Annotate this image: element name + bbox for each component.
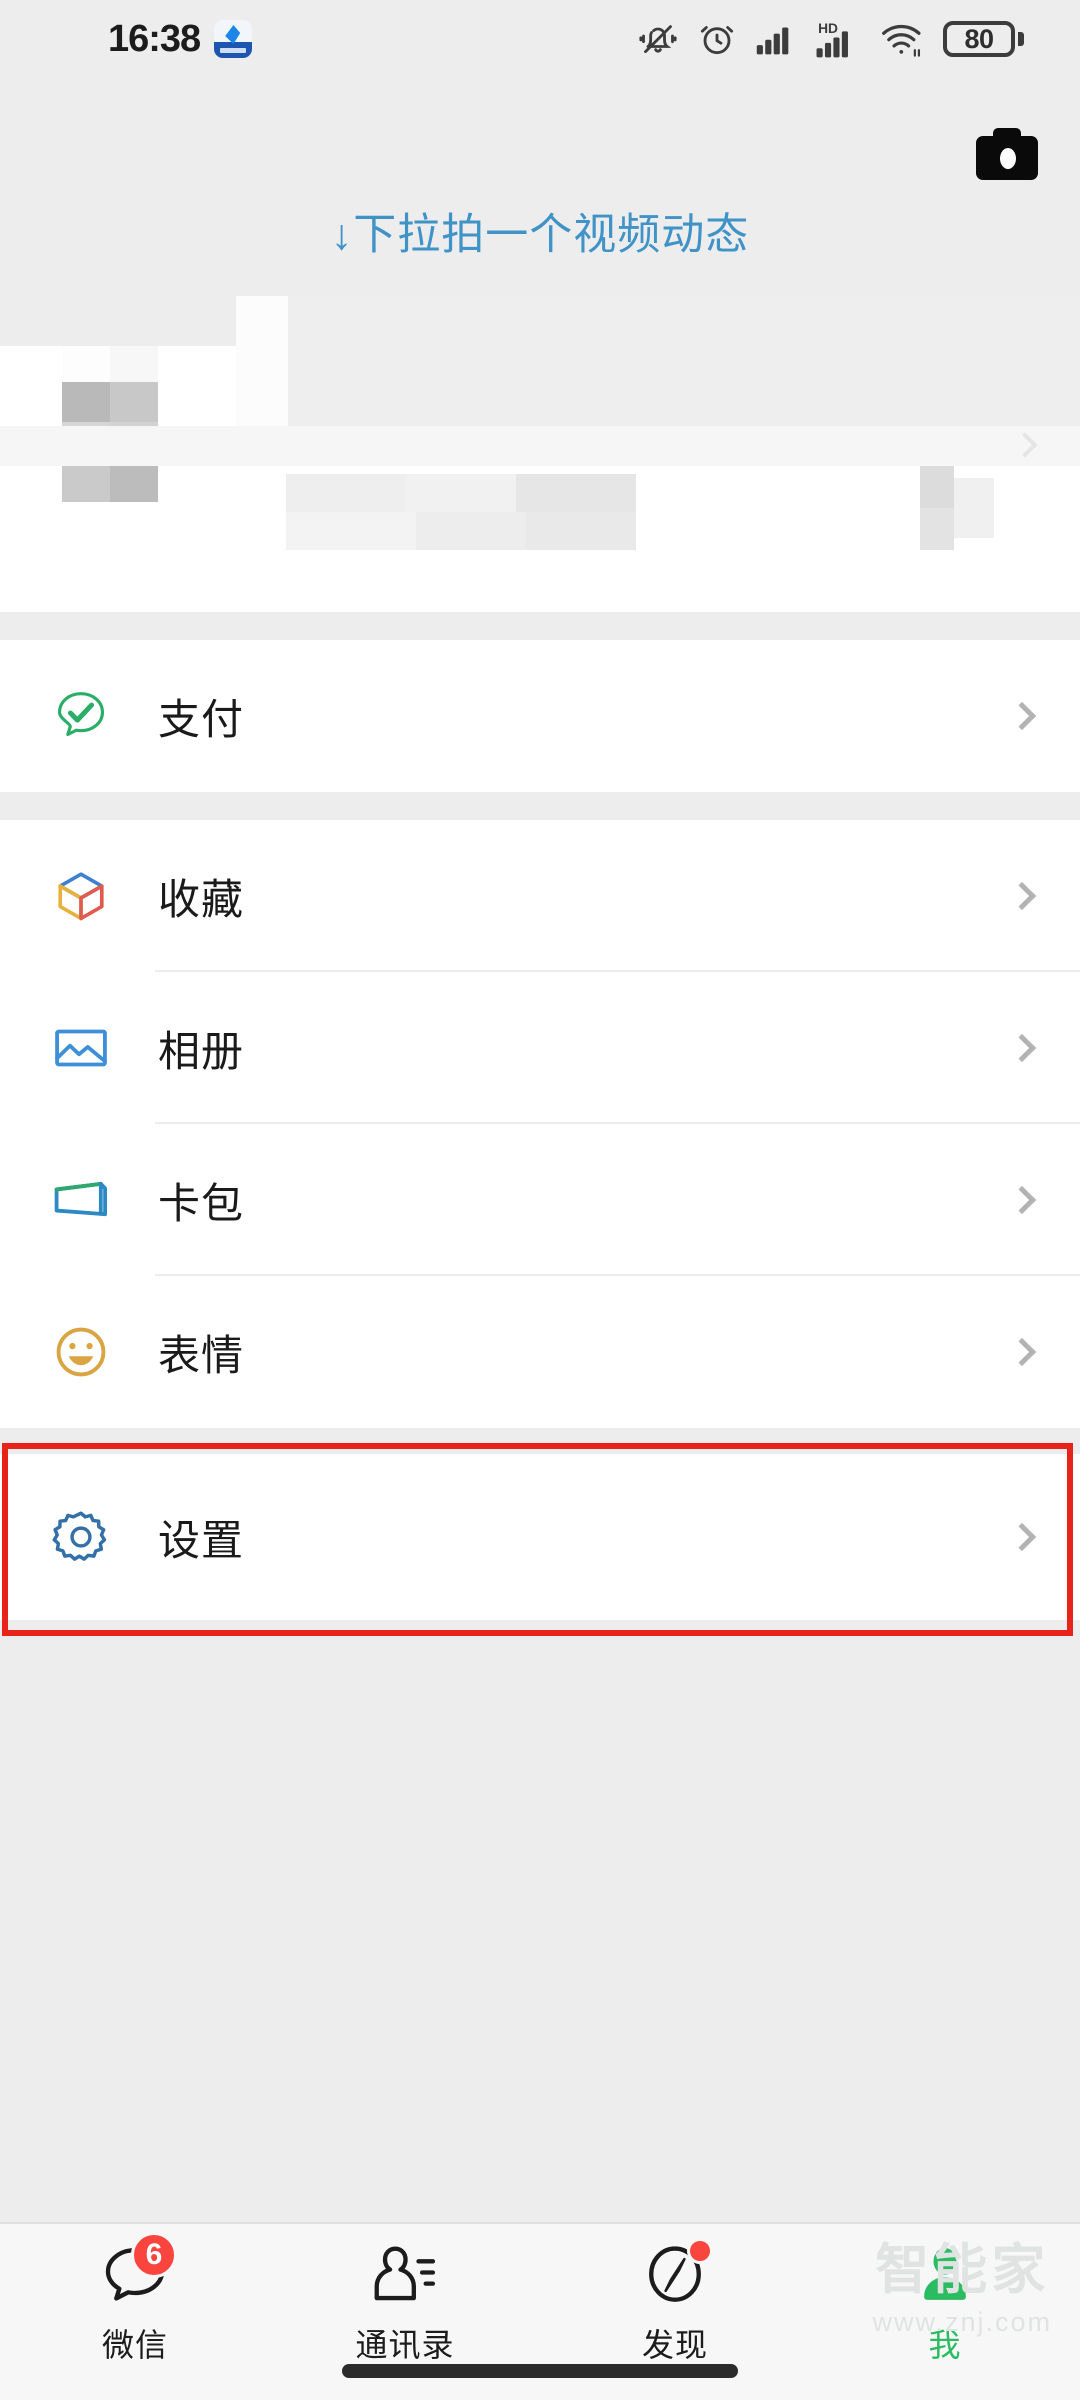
blue-app-icon xyxy=(214,20,253,58)
menu-item-label: 设置 xyxy=(158,1516,245,1564)
status-bar: 16:38 HD 80 xyxy=(0,0,1080,78)
chevron-right-icon xyxy=(1007,1033,1037,1063)
menu-item-label: 收藏 xyxy=(158,875,245,923)
pull-to-record-hint[interactable]: ↓下拉拍一个视频动态 xyxy=(0,200,1080,262)
cards-wallet-icon xyxy=(48,1167,114,1233)
battery-level: 80 xyxy=(964,23,994,54)
menu-item-stickers[interactable]: 表情 xyxy=(0,1276,1080,1428)
unread-badge: 6 xyxy=(131,2232,177,2278)
menu-item-settings[interactable]: 设置 xyxy=(0,1454,1080,1620)
stickers-smiley-icon xyxy=(48,1319,114,1385)
avatar xyxy=(110,462,158,502)
section-gap xyxy=(0,792,1080,820)
profile-wechat-id xyxy=(526,512,636,550)
tab-label: 我 xyxy=(928,2327,962,2363)
tab-contacts[interactable]: 通讯录 xyxy=(270,2242,540,2366)
menu-group-content: 收藏 相册 卡包 表情 xyxy=(0,820,1080,1428)
avatar xyxy=(62,342,110,382)
menu-item-label: 表情 xyxy=(158,1331,245,1379)
pay-icon xyxy=(48,683,114,749)
home-indicator[interactable] xyxy=(342,2364,738,2378)
profile-wechat-id xyxy=(406,474,516,512)
section-gap xyxy=(0,1428,1080,1454)
qr-code-redacted xyxy=(920,466,954,508)
avatar xyxy=(62,382,110,422)
chevron-right-icon xyxy=(1007,701,1037,731)
alarm-clock-icon xyxy=(697,19,737,59)
camera-icon[interactable] xyxy=(976,128,1038,180)
menu-item-favorites[interactable]: 收藏 xyxy=(0,820,1080,972)
tab-discover[interactable]: 发现 xyxy=(540,2238,810,2366)
redaction-band xyxy=(320,296,1080,426)
battery-icon: 80 xyxy=(943,21,1024,57)
menu-item-label: 卡包 xyxy=(158,1179,245,1227)
section-gap xyxy=(0,612,1080,640)
tab-wechat[interactable]: 6 微信 xyxy=(0,2232,270,2366)
menu-item-pay[interactable]: 支付 xyxy=(0,640,1080,792)
mute-bell-icon xyxy=(638,19,678,59)
menu-item-label: 支付 xyxy=(158,695,245,743)
settings-gear-icon xyxy=(48,1504,114,1570)
tab-label: 微信 xyxy=(101,2327,168,2363)
menu-item-label: 相册 xyxy=(158,1027,245,1075)
status-time: 16:38 xyxy=(108,17,201,60)
menu-item-album[interactable]: 相册 xyxy=(0,972,1080,1124)
profile-person-icon xyxy=(909,2242,981,2308)
svg-text:HD: HD xyxy=(818,21,838,36)
chevron-right-icon xyxy=(1007,1185,1037,1215)
profile-card[interactable] xyxy=(0,296,1080,612)
wifi-icon xyxy=(880,20,924,58)
tab-me[interactable]: 我 xyxy=(810,2242,1080,2366)
chevron-right-icon xyxy=(1007,1522,1037,1552)
chevron-right-icon xyxy=(1007,1337,1037,1367)
menu-item-cards[interactable]: 卡包 xyxy=(0,1124,1080,1276)
empty-area xyxy=(0,1636,1080,2222)
profile-wechat-id xyxy=(286,512,416,550)
favorites-cube-icon xyxy=(48,863,114,929)
signal-bars-icon xyxy=(756,22,796,56)
wechat-me-screen: 16:38 HD 80 ↓下拉拍一个视频动态 支付 收藏 相册 卡包 表情 设置… xyxy=(0,0,1080,2400)
qr-code-redacted xyxy=(954,478,994,538)
status-bar-left: 16:38 xyxy=(108,17,253,61)
compass-discover-icon xyxy=(639,2238,713,2308)
profile-wechat-id xyxy=(516,474,636,512)
redaction-band xyxy=(0,426,1080,466)
contacts-icon xyxy=(369,2242,441,2308)
header-area: ↓下拉拍一个视频动态 xyxy=(0,78,1080,296)
avatar xyxy=(110,382,158,422)
chevron-right-icon xyxy=(1007,881,1037,911)
avatar xyxy=(110,342,158,382)
redaction-band xyxy=(236,296,288,426)
qr-code-redacted xyxy=(920,508,954,550)
bottom-tab-bar: 6 微信 通讯录 发现 我 智能家 www.znj.com xyxy=(0,2222,1080,2400)
tab-label: 通讯录 xyxy=(355,2327,455,2363)
profile-wechat-id xyxy=(416,512,526,550)
menu-group-settings: 设置 xyxy=(0,1454,1080,1620)
profile-wechat-id xyxy=(286,474,406,512)
chat-bubble-icon: 6 xyxy=(99,2232,177,2308)
album-picture-icon xyxy=(48,1015,114,1081)
discover-red-dot xyxy=(687,2238,713,2264)
tab-label: 发现 xyxy=(641,2327,708,2363)
menu-group-payment: 支付 xyxy=(0,640,1080,792)
status-bar-right: HD 80 xyxy=(638,19,1024,59)
avatar xyxy=(62,462,110,502)
hd-signal-icon: HD xyxy=(815,19,861,59)
